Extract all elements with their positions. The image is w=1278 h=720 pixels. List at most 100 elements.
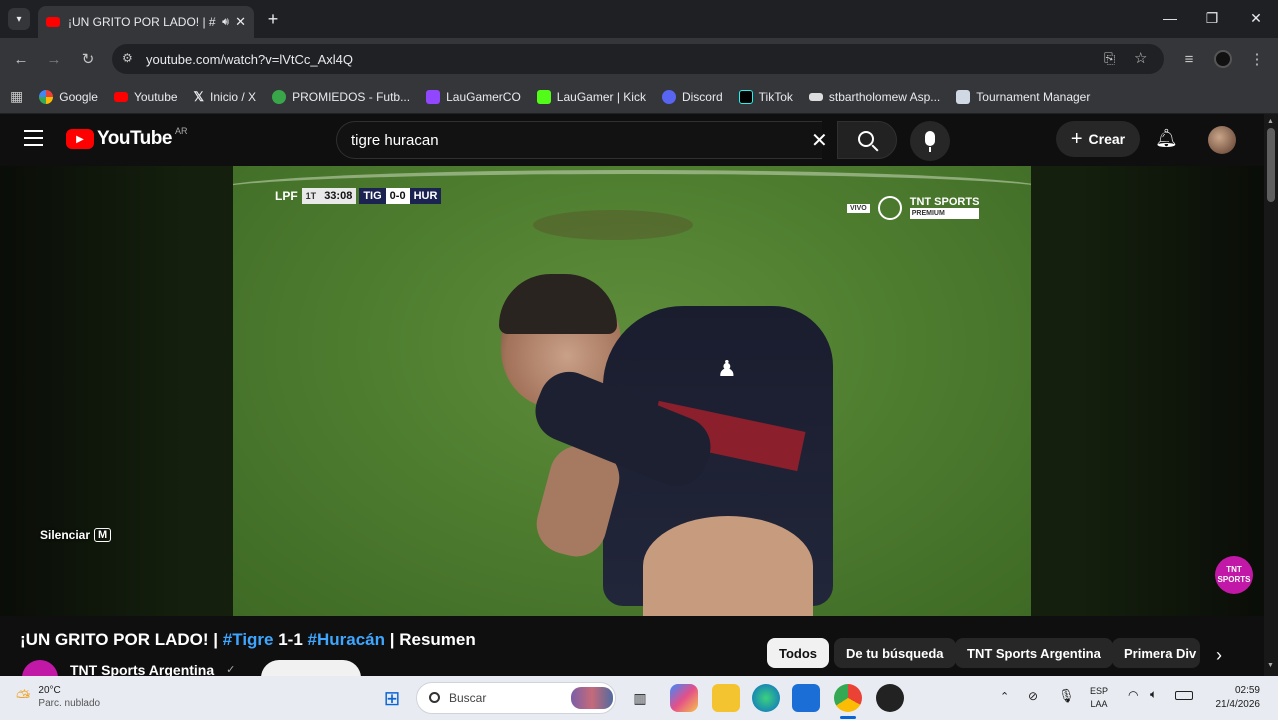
scroll-down-arrow-icon[interactable]: ▼ (1267, 662, 1274, 669)
bookmark-google[interactable]: Google (31, 89, 106, 104)
clear-search-icon[interactable]: ✕ (811, 128, 828, 153)
volume-icon[interactable]: 🔈︎ (1150, 687, 1157, 702)
mute-button[interactable]: Silenciar M (40, 528, 112, 542)
profile-avatar[interactable] (1214, 50, 1232, 68)
edge-icon[interactable] (752, 684, 780, 712)
channel-watermark[interactable]: TNT SPORTS (1215, 556, 1253, 594)
windows-start-icon[interactable]: ⊞ (378, 684, 406, 712)
app-icon[interactable] (876, 684, 904, 712)
weather-cloud-icon: ⛅︎ (16, 686, 31, 707)
subscribe-button[interactable] (261, 660, 362, 676)
youtube-favicon-icon (46, 17, 60, 27)
verified-icon: ✓ (226, 664, 236, 676)
store-icon[interactable] (792, 684, 820, 712)
menu-kebab-icon[interactable]: ⋮ (1246, 48, 1268, 70)
close-window-button[interactable]: ✕ (1236, 4, 1276, 32)
wifi-icon[interactable]: ◠ (1128, 688, 1138, 702)
chip-de-tu-busqueda[interactable]: De tu búsqueda (834, 638, 956, 668)
site-icon (808, 92, 823, 101)
forward-button[interactable]: → (43, 48, 65, 70)
account-avatar[interactable] (1208, 126, 1236, 154)
file-explorer-icon[interactable] (712, 684, 740, 712)
media-control-icon[interactable]: ≡ (1178, 48, 1200, 70)
chrome-icon[interactable] (834, 684, 862, 712)
chip-todos[interactable]: Todos (767, 638, 830, 668)
task-view-icon[interactable]: ▥ (626, 684, 654, 712)
tab-strip: ▾ ¡UN GRITO POR LADO! | #Ti 🔊︎ ✕ + — ❐ ✕ (0, 0, 1278, 38)
channel-avatar[interactable] (22, 660, 58, 676)
restore-button[interactable]: ❐ (1192, 4, 1232, 32)
promiedos-icon (272, 89, 287, 104)
search-highlight-image (571, 687, 613, 709)
kappa-logo-icon: ♟︎ (717, 356, 737, 381)
channel-name[interactable]: TNT Sports Argentina (70, 660, 214, 676)
video-title: ¡UN GRITO POR LADO! | #Tigre 1-1 #Huracá… (20, 630, 476, 649)
bookmark-star-icon[interactable]: ☆ (1134, 49, 1147, 67)
back-button[interactable]: ← (10, 48, 32, 70)
language-indicator[interactable]: ESP LAA (1090, 685, 1108, 711)
chevron-down-icon: ▾ (16, 13, 22, 25)
broadcaster-logo: VIVO TNT SPORTS PREMIUM (847, 196, 980, 220)
microphone-icon (925, 131, 935, 146)
tray-icon-1[interactable]: ⊘ (1028, 689, 1038, 703)
scroll-up-arrow-icon[interactable]: ▲ (1267, 118, 1274, 125)
hamburger-menu-icon[interactable] (24, 130, 43, 146)
scrollbar-thumb[interactable] (1267, 128, 1275, 202)
tab-search-button[interactable]: ▾ (8, 8, 30, 30)
plus-icon: + (1070, 127, 1083, 150)
clock[interactable]: 02:59 21/4/2026 (1206, 684, 1261, 712)
bookmarks-bar: ▦ Google Youtube 𝕏 Inicio / X PROMIEDOS -… (0, 80, 1278, 114)
reload-button[interactable]: ↻ (77, 48, 99, 70)
search-icon (429, 692, 440, 703)
search-button[interactable] (837, 121, 897, 159)
minimize-button[interactable]: — (1150, 4, 1190, 32)
site-info-icon[interactable]: ⚙︎ (122, 51, 133, 65)
search-input[interactable]: tigre huracan ✕ (336, 121, 828, 159)
battery-icon[interactable] (1175, 691, 1193, 700)
voice-search-button[interactable] (910, 121, 950, 161)
bookmark-promiedos[interactable]: PROMIEDOS - Futb... (264, 89, 418, 104)
bookmark-tiktok[interactable]: TikTok (731, 89, 801, 104)
chip-tnt-sports-argentina[interactable]: TNT Sports Argentina (955, 638, 1113, 668)
tray-expand-icon[interactable]: ⌃ (1000, 690, 1009, 703)
browser-tab[interactable]: ¡UN GRITO POR LADO! | #Ti 🔊︎ ✕ (38, 6, 254, 38)
create-button[interactable]: + Crear (1056, 121, 1140, 157)
player-torso (643, 516, 813, 616)
new-tab-button[interactable]: + (262, 8, 284, 30)
youtube-logo[interactable]: ▶ YouTube AR (66, 126, 187, 150)
bookmark-twitch[interactable]: LauGamerCO (418, 89, 529, 104)
speaker-icon[interactable]: 🔊︎ (222, 16, 229, 29)
reload-icon: ↻ (81, 51, 95, 68)
bookmark-discord[interactable]: Discord (654, 89, 731, 104)
tnt-icon (877, 196, 902, 220)
scorebug: LPF 1T 33:08 TIG 0-0 HUR (271, 188, 442, 204)
close-tab-icon[interactable]: ✕ (235, 14, 246, 30)
page-scrollbar[interactable]: ▲ ▼ (1264, 114, 1278, 676)
chrome-active-indicator (840, 716, 856, 719)
chip-primera-division[interactable]: Primera Div (1112, 638, 1200, 668)
arrow-left-icon: ← (13, 50, 29, 68)
x-icon: 𝕏 (193, 88, 205, 104)
weather-widget[interactable]: ⛅︎ 20°C Parc. nublado (16, 684, 100, 710)
hashtag-tigre[interactable]: #Tigre (223, 630, 274, 649)
install-app-icon[interactable]: ⎘ (1104, 50, 1115, 67)
tray-mic-icon[interactable]: 🎙︎ (1058, 688, 1075, 704)
windows-taskbar: ⛅︎ 20°C Parc. nublado ⊞ ▥ ⌃ ⊘ 🎙︎ ESP LAA… (0, 676, 1278, 720)
notifications-bell-icon[interactable]: 🔔︎ (1155, 128, 1178, 149)
tab-title: ¡UN GRITO POR LADO! | #Ti (68, 15, 217, 29)
video-frame[interactable]: LPF 1T 33:08 TIG 0-0 HUR VIVO TNT SPORTS… (233, 166, 1031, 616)
copilot-icon[interactable] (670, 684, 698, 712)
bookmark-tournament-manager[interactable]: Tournament Manager (948, 89, 1098, 104)
url-text: youtube.com/watch?v=lVtCc_Axl4Q (146, 51, 354, 67)
address-bar[interactable]: ⚙︎ youtube.com/watch?v=lVtCc_Axl4Q ⎘ ☆ (112, 44, 1164, 74)
bookmark-stbartholomew[interactable]: stbartholomew Asp... (801, 90, 948, 104)
bookmark-youtube[interactable]: Youtube (106, 90, 186, 104)
apps-grid-icon[interactable]: ▦ (10, 88, 23, 105)
player-hair (499, 274, 617, 334)
chips-next-button[interactable]: › (1204, 640, 1234, 670)
arrow-right-icon: → (46, 50, 62, 68)
taskbar-search-input[interactable]: Buscar (416, 682, 616, 714)
bookmark-kick[interactable]: LauGamer | Kick (529, 89, 654, 104)
hashtag-huracan[interactable]: #Huracán (308, 630, 385, 649)
bookmark-x[interactable]: 𝕏 Inicio / X (186, 89, 265, 105)
